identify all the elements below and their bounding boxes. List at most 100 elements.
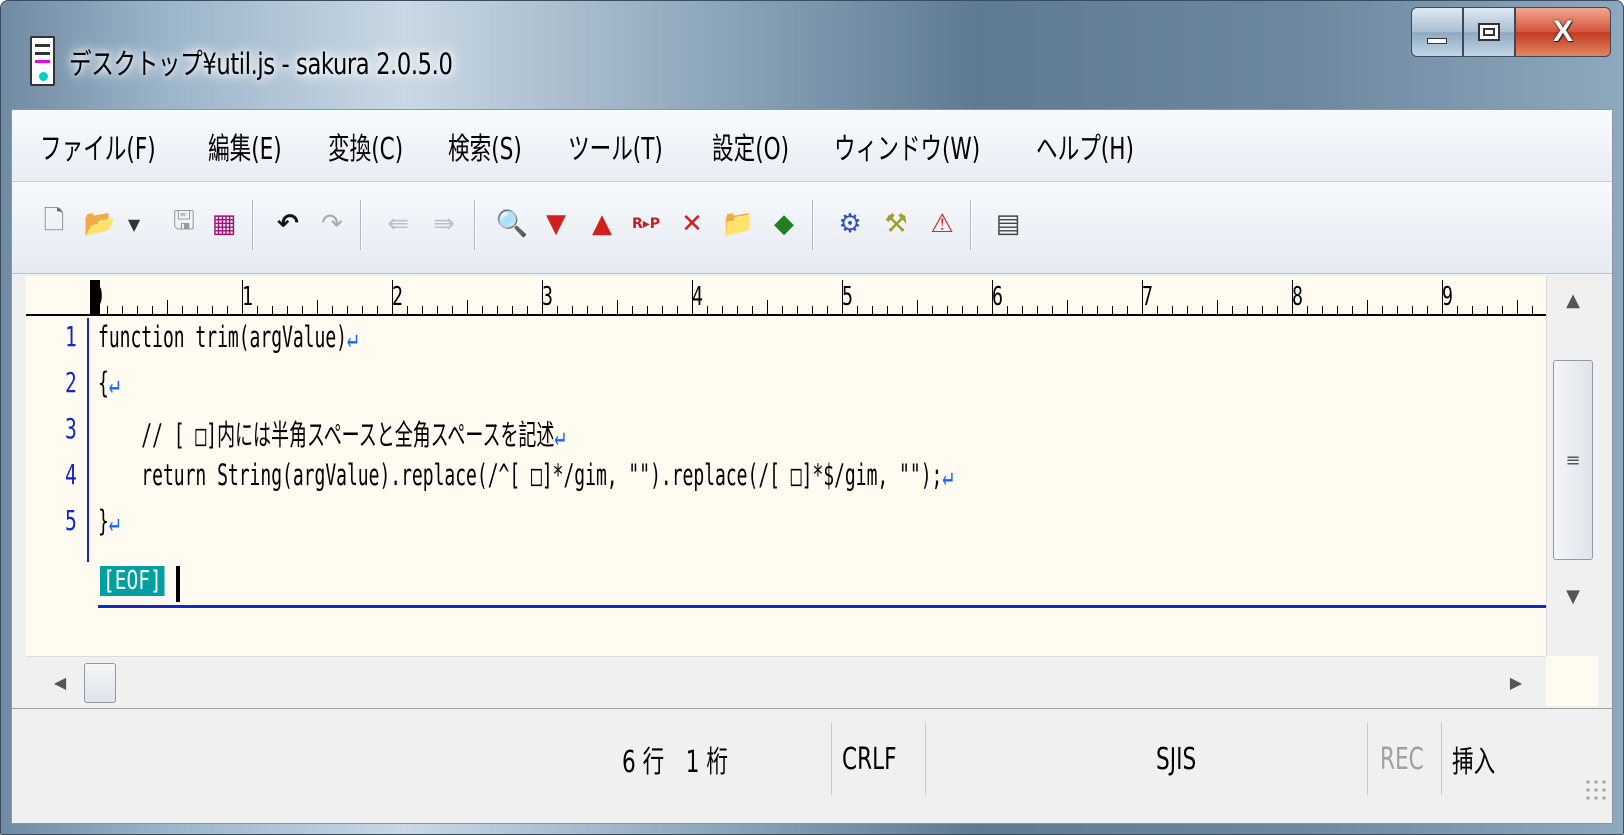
ruler-tick (992, 280, 993, 314)
code-text: } (98, 504, 109, 538)
ruler-tick (227, 306, 228, 314)
run-icon[interactable]: ⚒ (880, 204, 912, 244)
replace-icon[interactable]: R▸P (630, 204, 662, 244)
ruler-tick (557, 306, 558, 314)
ruler-tick (527, 306, 528, 314)
ruler-number: 6 (992, 282, 1003, 312)
scroll-right-icon[interactable]: ▶ (1496, 657, 1536, 707)
redo-icon[interactable]: ↷ (316, 204, 348, 244)
ruler-tick (347, 306, 348, 314)
toolbar-separator (360, 200, 362, 250)
ruler-tick (1142, 280, 1143, 314)
vertical-scrollbar[interactable]: ▲ ≡ ▼ (1546, 276, 1598, 656)
save-all-icon[interactable]: ▦ (208, 204, 240, 244)
editor-pane[interactable]: 0 1 2 3 4 5 6 7 8 9 1 2 3 4 5 function t… (26, 276, 1598, 706)
menu-help[interactable]: ヘルプ(H) (1036, 124, 1134, 168)
search-icon[interactable]: 🔍 (496, 204, 528, 244)
ruler-tick (722, 306, 723, 314)
ruler-tick (362, 306, 363, 314)
dropdown-arrow-icon[interactable]: ▼ (118, 204, 150, 244)
code-line[interactable]: // [ □]内には半角スペースと全角スペースを記述↵ (98, 412, 565, 454)
scroll-up-icon[interactable]: ▲ (1547, 276, 1599, 324)
return-mark-icon: ↵ (942, 458, 954, 492)
ruler-tick (482, 306, 483, 314)
sakura-app-icon[interactable] (30, 36, 55, 86)
window-list-icon[interactable]: ▤ (992, 204, 1024, 244)
ruler-tick (1502, 306, 1503, 314)
save-icon[interactable]: 🖫 (168, 204, 200, 244)
status-insert-mode[interactable]: 挿入 (1442, 723, 1518, 795)
ruler-tick (1217, 300, 1218, 314)
menu-search[interactable]: 検索(S) (448, 124, 522, 168)
ruler-tick (137, 306, 138, 314)
ruler-tick (1382, 306, 1383, 314)
ruler-tick (872, 306, 873, 314)
ruler-tick (1277, 306, 1278, 314)
ruler-tick (1292, 280, 1293, 314)
undo-icon[interactable]: ↶ (272, 204, 304, 244)
ruler-tick (1202, 306, 1203, 314)
ruler-tick (842, 280, 843, 314)
minimize-button[interactable] (1411, 7, 1463, 57)
code-line[interactable]: return String(argValue).replace(/^[ □]*/… (98, 458, 953, 492)
menu-edit[interactable]: 編集(E) (208, 124, 282, 168)
status-line-ending[interactable]: CRLF (832, 723, 926, 795)
ruler-tick (917, 300, 918, 314)
new-file-icon[interactable]: 🗋 (38, 204, 70, 244)
horizontal-scrollbar[interactable]: ◀ ▶ (26, 656, 1546, 706)
compile-icon[interactable]: ⚙ (834, 204, 866, 244)
ruler-number: 9 (1442, 282, 1453, 312)
menu-settings[interactable]: 設定(O) (712, 124, 789, 168)
cursor-underline (98, 605, 1546, 608)
code-line[interactable]: function trim(argValue)↵ (98, 320, 358, 354)
ruler-number: 3 (542, 282, 553, 312)
scroll-left-icon[interactable]: ◀ (40, 657, 80, 707)
horizontal-scroll-thumb[interactable] (84, 663, 116, 703)
column-ruler: 0 1 2 3 4 5 6 7 8 9 (26, 276, 1546, 316)
grep-icon[interactable]: 📁 (722, 204, 754, 244)
scroll-down-icon[interactable]: ▼ (1547, 572, 1599, 620)
status-cursor-position: 6 行 1 桁 (622, 723, 832, 795)
ruler-tick (1232, 306, 1233, 314)
ruler-number: 4 (692, 282, 703, 312)
ruler-tick (1022, 306, 1023, 314)
ruler-tick (212, 306, 213, 314)
menu-convert[interactable]: 変換(C) (328, 124, 403, 168)
ruler-tick (1472, 306, 1473, 314)
eof-marker: [EOF] (100, 566, 165, 596)
search-next-icon[interactable]: ▼ (540, 204, 572, 244)
vertical-scroll-thumb[interactable]: ≡ (1553, 360, 1593, 560)
line-number-gutter: 1 2 3 4 5 (26, 318, 89, 562)
jump-forward-icon[interactable]: ⇛ (428, 204, 460, 244)
ruler-tick (1457, 306, 1458, 314)
outline-icon[interactable]: ◆ (768, 204, 800, 244)
debug-icon[interactable]: ⚠ (926, 204, 958, 244)
menu-tools[interactable]: ツール(T) (568, 124, 663, 168)
ruler-tick (377, 306, 378, 314)
ruler-tick (1337, 306, 1338, 314)
search-prev-icon[interactable]: ▲ (586, 204, 618, 244)
ruler-number: 2 (392, 282, 403, 312)
menu-file[interactable]: ファイル(F) (40, 124, 156, 168)
ruler-tick (437, 306, 438, 314)
code-line[interactable]: {↵ (98, 366, 120, 400)
ruler-tick (782, 306, 783, 314)
ruler-tick (962, 306, 963, 314)
jump-back-icon[interactable]: ⇚ (382, 204, 414, 244)
status-encoding[interactable]: SJIS (926, 723, 1368, 795)
maximize-button[interactable] (1463, 7, 1515, 57)
clear-highlight-icon[interactable]: ✕ (676, 204, 708, 244)
open-file-icon[interactable]: 📂 (84, 204, 116, 244)
menu-window[interactable]: ウィンドウ(W) (834, 124, 980, 168)
ruler-tick (467, 300, 468, 314)
ruler-tick (1532, 306, 1533, 314)
window-title: デスクトップ¥util.js - sakura 2.0.5.0 (69, 47, 453, 81)
ruler-tick (1052, 306, 1053, 314)
code-line[interactable]: }↵ (98, 504, 120, 538)
resize-grip-icon[interactable] (1584, 778, 1608, 802)
ruler-tick (1442, 280, 1443, 314)
ruler-tick (152, 306, 153, 314)
close-button[interactable]: X (1515, 7, 1611, 57)
title-bar[interactable]: デスクトップ¥util.js - sakura 2.0.5.0 X (1, 1, 1623, 117)
ruler-tick (1082, 306, 1083, 314)
